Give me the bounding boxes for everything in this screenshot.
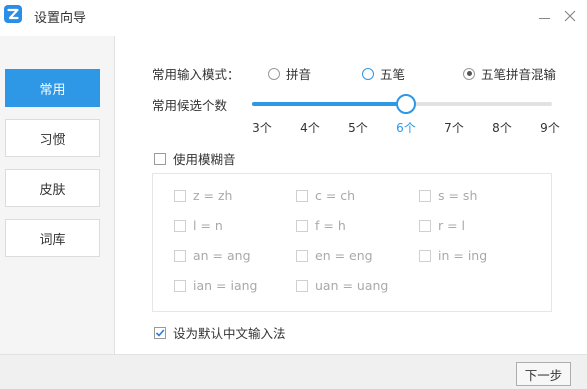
input-mode-label: 常用输入模式： bbox=[152, 67, 240, 82]
checkbox-box bbox=[174, 219, 186, 232]
checkbox-label: l = n bbox=[193, 218, 223, 233]
checkbox-label: r = l bbox=[438, 218, 466, 233]
fuzzy-pair-r-l[interactable]: r = l bbox=[419, 218, 465, 233]
checkbox-label: uan = uang bbox=[315, 278, 389, 293]
minimize-icon[interactable] bbox=[534, 6, 554, 26]
checkbox-box bbox=[419, 189, 431, 202]
checkbox-label: en = eng bbox=[315, 248, 373, 263]
fuzzy-pair-in-ing[interactable]: in = ing bbox=[419, 248, 487, 263]
checkbox-box bbox=[174, 189, 186, 202]
sidebar-item-habits[interactable]: 习惯 bbox=[5, 119, 100, 157]
set-default-ime-checkbox[interactable]: 设为默认中文输入法 bbox=[154, 323, 286, 342]
slider-tick-label[interactable]: 7个 bbox=[444, 119, 464, 136]
slider-tick-label[interactable]: 4个 bbox=[300, 119, 320, 136]
candidate-slider-fill bbox=[252, 102, 406, 106]
window-title: 设置向导 bbox=[34, 11, 87, 26]
fuzzy-pair-uan-uang[interactable]: uan = uang bbox=[296, 278, 388, 293]
sidebar-item-label: 常用 bbox=[39, 82, 66, 98]
radio-wubi[interactable]: 五笔 bbox=[362, 64, 405, 83]
candidate-slider-thumb[interactable] bbox=[396, 94, 416, 114]
checkbox-label: z = zh bbox=[193, 188, 233, 203]
sidebar-item-label: 习惯 bbox=[39, 132, 66, 148]
checkbox-label: 设为默认中文输入法 bbox=[173, 326, 286, 341]
fuzzy-pair-z-zh[interactable]: z = zh bbox=[174, 188, 232, 203]
sidebar-item-common[interactable]: 常用 bbox=[5, 69, 100, 107]
checkbox-box bbox=[419, 249, 431, 262]
checkbox-box bbox=[296, 249, 308, 262]
sidebar: 常用 习惯 皮肤 词库 bbox=[0, 36, 115, 354]
check-icon bbox=[155, 328, 165, 337]
slider-tick-label[interactable]: 3个 bbox=[252, 119, 272, 136]
radio-circle bbox=[268, 67, 280, 80]
slider-tick-label[interactable]: 8个 bbox=[492, 119, 512, 136]
sidebar-item-label: 词库 bbox=[39, 232, 66, 248]
radio-circle bbox=[362, 67, 374, 80]
checkbox-box bbox=[174, 249, 186, 262]
checkbox-box bbox=[296, 279, 308, 292]
fuzzy-pair-l-n[interactable]: l = n bbox=[174, 218, 223, 233]
radio-circle bbox=[463, 67, 475, 80]
checkbox-label: in = ing bbox=[438, 248, 488, 263]
zi-logo-icon bbox=[4, 5, 22, 23]
checkbox-label: s = sh bbox=[438, 188, 478, 203]
radio-pinyin[interactable]: 拼音 bbox=[268, 64, 311, 83]
fuzzy-pinyin-checkbox[interactable]: 使用模糊音 bbox=[154, 149, 236, 168]
checkbox-box bbox=[296, 189, 308, 202]
sidebar-item-skin[interactable]: 皮肤 bbox=[5, 169, 100, 207]
fuzzy-pair-an-ang[interactable]: an = ang bbox=[174, 248, 251, 263]
candidate-count-label: 常用候选个数 bbox=[152, 98, 228, 113]
radio-wubi-pinyin-mixed[interactable]: 五笔拼音混输 bbox=[463, 64, 556, 83]
fuzzy-pair-c-ch[interactable]: c = ch bbox=[296, 188, 355, 203]
checkbox-box bbox=[154, 326, 166, 339]
checkbox-label: f = h bbox=[315, 218, 346, 233]
checkbox-box bbox=[296, 219, 308, 232]
fuzzy-pair-f-h[interactable]: f = h bbox=[296, 218, 346, 233]
slider-tick-label[interactable]: 5个 bbox=[348, 119, 368, 136]
checkbox-label: an = ang bbox=[193, 248, 251, 263]
radio-label: 五笔拼音混输 bbox=[481, 67, 557, 82]
radio-label: 拼音 bbox=[286, 67, 312, 82]
close-icon[interactable] bbox=[560, 6, 580, 26]
sidebar-item-dictionary[interactable]: 词库 bbox=[5, 219, 100, 257]
fuzzy-pair-en-eng[interactable]: en = eng bbox=[296, 248, 373, 263]
checkbox-box bbox=[174, 279, 186, 292]
checkbox-label: ian = iang bbox=[193, 278, 258, 293]
bottom-bar bbox=[0, 354, 587, 389]
checkbox-label: 使用模糊音 bbox=[173, 152, 236, 167]
slider-tick-label[interactable]: 6个 bbox=[396, 119, 416, 136]
slider-tick-label[interactable]: 9个 bbox=[540, 119, 560, 136]
fuzzy-pair-s-sh[interactable]: s = sh bbox=[419, 188, 477, 203]
title-bar: 设置向导 bbox=[0, 0, 587, 34]
checkbox-box bbox=[419, 219, 431, 232]
checkbox-box bbox=[154, 152, 166, 165]
next-step-button[interactable]: 下一步 bbox=[516, 362, 571, 386]
radio-label: 五笔 bbox=[380, 67, 406, 82]
fuzzy-pair-ian-iang[interactable]: ian = iang bbox=[174, 278, 257, 293]
checkbox-label: c = ch bbox=[315, 188, 356, 203]
sidebar-item-label: 皮肤 bbox=[39, 182, 66, 198]
